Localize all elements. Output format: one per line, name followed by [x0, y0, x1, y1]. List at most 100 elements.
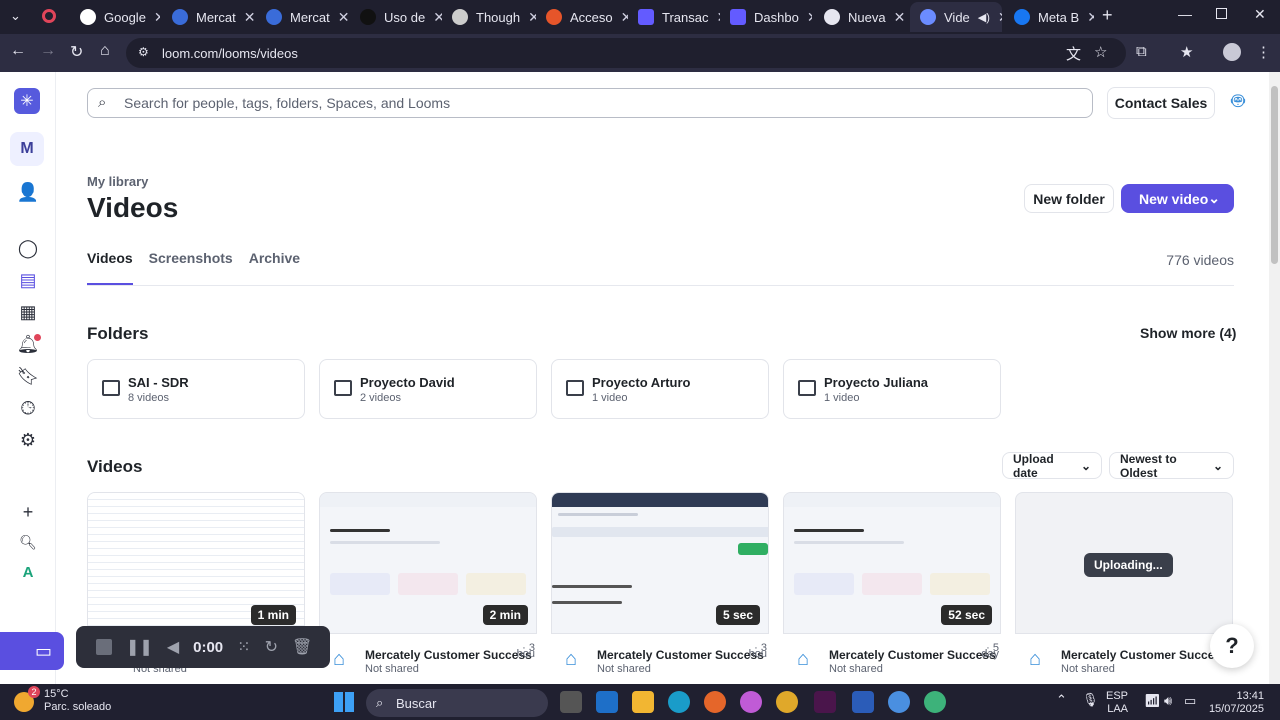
tab-nueva[interactable]: Nueva ✕ [814, 2, 908, 32]
minimize-icon[interactable]: — [1178, 6, 1192, 22]
windows-start-icon[interactable] [334, 692, 354, 712]
share-status[interactable]: Not shared [365, 663, 419, 675]
video-card[interactable]: 5 sec ⌂ Mercately Customer Success Not s… [551, 492, 769, 684]
menu-kebab-icon[interactable]: ⋮ [1256, 43, 1271, 61]
share-status[interactable]: Not shared [597, 663, 651, 675]
tab-thought[interactable]: Though ✕ [442, 2, 536, 32]
video-card[interactable]: 52 sec ⌂ Mercately Customer Success Not … [783, 492, 1001, 684]
video-thumbnail[interactable]: Uploading... [1015, 492, 1233, 634]
library-icon[interactable]: ▤ [14, 266, 42, 294]
video-thumbnail[interactable]: 1 min [87, 492, 305, 634]
folder-card[interactable]: SAI - SDR 8 videos [87, 359, 305, 419]
rewind-icon[interactable]: ◀ [167, 637, 179, 657]
search-icon[interactable]: 🔍︎ [14, 528, 42, 556]
tab-meta-business[interactable]: Meta B ✕ [1004, 2, 1094, 32]
share-status[interactable]: Not shared [829, 663, 883, 675]
sort-order-dropdown[interactable]: Newest to Oldest ⌄ [1109, 452, 1234, 480]
close-icon[interactable]: ✕ [528, 9, 536, 26]
tab-archive[interactable]: Archive [249, 250, 300, 286]
new-video-button[interactable]: New video ⌄ [1121, 184, 1234, 213]
assistant-robot-icon[interactable]: 🤖︎ [1224, 86, 1252, 116]
tab-dashboard[interactable]: Dashbo✕ [720, 2, 812, 32]
tab-list-chevron-icon[interactable]: ⌄ [10, 8, 21, 24]
tab-videos[interactable]: Videos [87, 250, 133, 286]
tab-uso-de[interactable]: Uso de ✕ [350, 2, 442, 32]
folder-card[interactable]: Proyecto Juliana 1 video [783, 359, 1001, 419]
translate-icon[interactable]: 文 [1066, 43, 1081, 64]
video-thumbnail[interactable]: 52 sec [783, 492, 1001, 634]
scrollbar[interactable] [1269, 72, 1280, 684]
grid-icon[interactable]: ⁙ [237, 637, 250, 657]
restart-icon[interactable]: ↻ [265, 637, 278, 657]
word-icon[interactable] [852, 691, 874, 713]
owner-name[interactable]: Mercately Customer Success [597, 648, 764, 662]
forward-icon[interactable]: → [40, 42, 56, 60]
history-icon[interactable]: 🕒︎ [14, 394, 42, 422]
battery-icon[interactable]: ▭ [1184, 693, 1196, 709]
tab-google[interactable]: Google ✕ [70, 2, 160, 32]
close-icon[interactable]: ✕ [244, 9, 256, 26]
bookmark-star-icon[interactable]: ☆ [1094, 43, 1107, 61]
owner-name[interactable]: Mercately Customer Success [1061, 648, 1228, 662]
close-icon[interactable]: ✕ [621, 9, 628, 26]
slack-icon[interactable] [814, 691, 836, 713]
app-icon[interactable] [560, 691, 582, 713]
weather-widget[interactable]: 15°C Parc. soleado [44, 688, 111, 714]
outlook-icon[interactable] [596, 691, 618, 713]
app-icon[interactable] [740, 691, 762, 713]
tab-mercately-1[interactable]: Mercat ✕ [162, 2, 256, 32]
trash-icon[interactable]: 🗑︎ [292, 637, 312, 657]
close-icon[interactable]: ✕ [894, 9, 906, 26]
folder-card[interactable]: Proyecto Arturo 1 video [551, 359, 769, 419]
owner-name[interactable]: Mercately Customer Success [365, 648, 532, 662]
workspace-avatar[interactable]: M [10, 132, 44, 166]
camera-bubble-button[interactable]: ▭ [0, 632, 64, 670]
workspace-a-icon[interactable]: A [14, 558, 42, 586]
chevron-down-icon[interactable]: ⌄ [1208, 190, 1220, 207]
add-user-icon[interactable]: 👤 [14, 178, 42, 206]
settings-gear-icon[interactable]: ⚙ [14, 426, 42, 454]
close-icon[interactable]: ✕ [338, 9, 350, 26]
wifi-icon[interactable]: 📶︎ [1144, 693, 1161, 709]
close-icon[interactable]: ✕ [1087, 9, 1094, 26]
microphone-icon[interactable]: 🎙︎ [1082, 692, 1099, 708]
show-more-button[interactable]: Show more (4) [1140, 325, 1236, 341]
restore-icon[interactable] [1216, 8, 1227, 19]
chrome-icon[interactable] [776, 691, 798, 713]
clock[interactable]: 13:41 15/07/2025 [1206, 690, 1264, 716]
tray-chevron-icon[interactable]: ⌃ [1056, 692, 1067, 708]
chrome-icon[interactable] [924, 691, 946, 713]
pause-icon[interactable]: ❚❚ [126, 637, 153, 657]
tab-transac[interactable]: Transac✕ [628, 2, 720, 32]
edge-icon[interactable] [668, 691, 690, 713]
search-input[interactable]: ⌕ Search for people, tags, folders, Spac… [87, 88, 1093, 118]
back-icon[interactable]: ← [10, 42, 26, 60]
chrome-active-icon[interactable] [888, 691, 910, 713]
breadcrumb[interactable]: My library [87, 174, 148, 189]
home-icon[interactable]: ⌂ [100, 42, 110, 60]
tab-videos-active[interactable]: Vide◀)✕ [910, 2, 1002, 32]
new-folder-button[interactable]: New folder [1024, 184, 1114, 213]
sort-field-dropdown[interactable]: Upload date ⌄ [1002, 452, 1102, 480]
stop-icon[interactable] [96, 639, 112, 655]
language-indicator[interactable]: ESP LAA [1106, 690, 1128, 716]
close-icon[interactable]: ✕ [807, 9, 812, 26]
loom-logo-icon[interactable]: ✳ [14, 88, 40, 114]
window-close-icon[interactable]: ✕ [1254, 6, 1266, 23]
file-explorer-icon[interactable] [632, 691, 654, 713]
close-icon[interactable]: ✕ [154, 9, 160, 26]
tab-acceso[interactable]: Acceso ✕ [536, 2, 628, 32]
bookmarks-icon[interactable]: ★ [1180, 43, 1193, 61]
close-icon[interactable]: ✕ [433, 9, 442, 26]
help-button[interactable]: ? [1210, 624, 1254, 668]
volume-icon[interactable]: 🔊︎ [1164, 693, 1172, 709]
bookmark-icon[interactable]: 🔖︎ [14, 362, 42, 390]
profile-avatar[interactable] [1223, 43, 1241, 61]
video-card[interactable]: Uploading... ⌂ Mercately Customer Succes… [1015, 492, 1233, 684]
reload-icon[interactable]: ↻ [70, 42, 83, 62]
calendar-icon[interactable]: ▦ [14, 298, 42, 326]
site-info-icon[interactable]: ⚙ [138, 45, 149, 59]
video-card[interactable]: 2 min ⌂ Mercately Customer Success Not s… [319, 492, 537, 684]
extensions-icon[interactable]: ⧉ [1136, 43, 1147, 60]
video-thumbnail[interactable]: 5 sec [551, 492, 769, 634]
